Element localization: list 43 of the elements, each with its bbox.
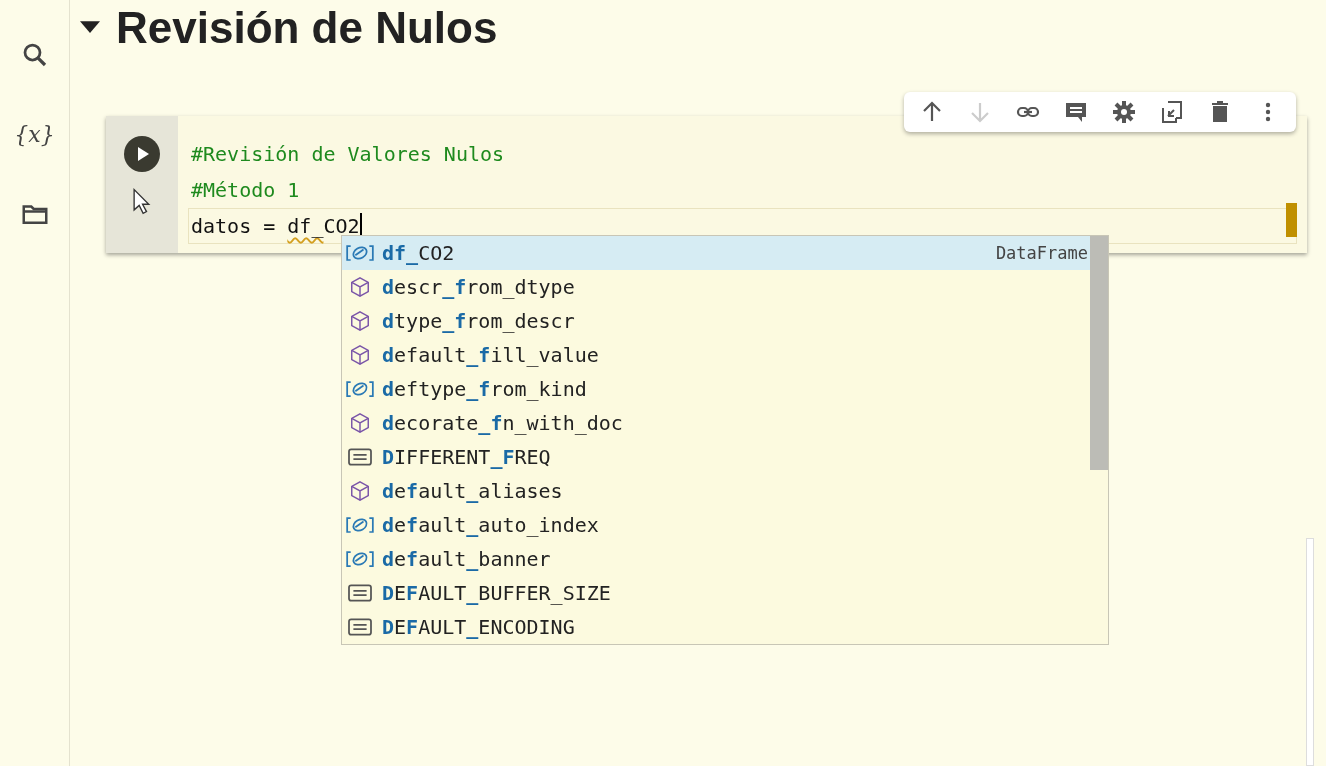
suggestion-label: DEFAULT_BUFFER_SIZE bbox=[382, 581, 611, 605]
suggestion-label: default_aliases bbox=[382, 479, 563, 503]
variables-button[interactable]: {x} bbox=[12, 122, 57, 147]
mouse-pointer-icon bbox=[133, 188, 151, 216]
suggestion-item[interactable]: descr_from_dtype bbox=[342, 270, 1108, 304]
code-warning-text: df_ bbox=[287, 214, 324, 238]
page-scrollbar[interactable] bbox=[1306, 538, 1314, 766]
suggestion-label: default_banner bbox=[382, 547, 551, 571]
code-text: datos = bbox=[191, 214, 277, 238]
suggestion-label: decorate_fn_with_doc bbox=[382, 411, 623, 435]
variable-icon bbox=[346, 242, 374, 264]
suggestion-item[interactable]: default_auto_index bbox=[342, 508, 1108, 542]
constant-icon bbox=[346, 446, 374, 468]
caret-icon[interactable] bbox=[80, 21, 100, 35]
variable-icon bbox=[346, 378, 374, 400]
code-comment: #Método 1 bbox=[191, 178, 300, 202]
code-text: CO2 bbox=[323, 214, 360, 238]
run-button[interactable] bbox=[124, 136, 160, 172]
suggestion-label: DIFFERENT_FREQ bbox=[382, 445, 551, 469]
suggestion-label: DEFAULT_ENCODING bbox=[382, 615, 575, 639]
constant-icon bbox=[346, 616, 374, 638]
suggestion-label: default_fill_value bbox=[382, 343, 599, 367]
variable-icon bbox=[346, 548, 374, 570]
suggestion-item[interactable]: default_aliases bbox=[342, 474, 1108, 508]
suggestion-label: deftype_from_kind bbox=[382, 377, 587, 401]
suggestion-item[interactable]: DIFFERENT_FREQ bbox=[342, 440, 1108, 474]
section-title: Revisión de Nulos bbox=[116, 3, 498, 53]
suggestion-type: DataFrame bbox=[995, 243, 1088, 263]
code-comment: #Revisión de Valores Nulos bbox=[191, 142, 505, 166]
suggestion-item[interactable]: DEFAULT_ENCODING bbox=[342, 610, 1108, 644]
suggestion-label: df_CO2 bbox=[382, 241, 455, 265]
suggestion-item[interactable]: dtype_from_descr bbox=[342, 304, 1108, 338]
suggestion-label: dtype_from_descr bbox=[382, 309, 575, 333]
suggestion-item[interactable]: deftype_from_kind bbox=[342, 372, 1108, 406]
scrollbar-thumb[interactable] bbox=[1090, 236, 1108, 470]
suggestion-label: descr_from_dtype bbox=[382, 275, 575, 299]
constant-icon bbox=[346, 582, 374, 604]
suggestion-label: default_auto_index bbox=[382, 513, 599, 537]
suggestion-item[interactable]: default_fill_value bbox=[342, 338, 1108, 372]
suggestion-item[interactable]: decorate_fn_with_doc bbox=[342, 406, 1108, 440]
variable-icon bbox=[346, 514, 374, 536]
suggestion-item[interactable]: DEFAULT_BUFFER_SIZE bbox=[342, 576, 1108, 610]
suggestion-item[interactable]: default_banner bbox=[342, 542, 1108, 576]
